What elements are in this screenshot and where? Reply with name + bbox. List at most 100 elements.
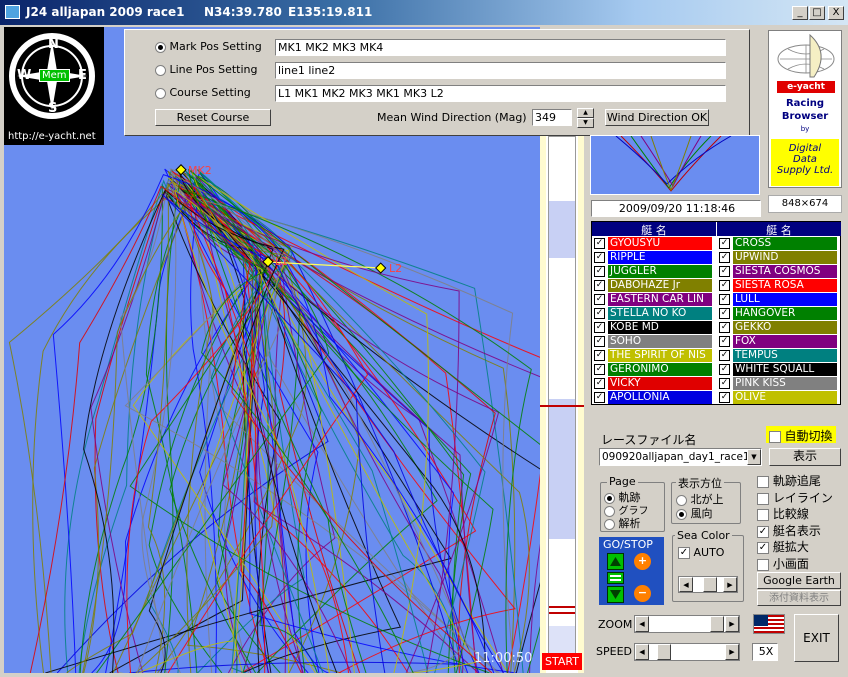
wind-up-option[interactable]: 風向 — [676, 505, 713, 521]
boat-row[interactable]: ✓ SIESTA COSMOS — [717, 265, 841, 279]
boat-checkbox[interactable]: ✓ — [719, 364, 730, 375]
boat-checkbox[interactable]: ✓ — [594, 280, 605, 291]
boat-checkbox[interactable]: ✓ — [594, 266, 605, 277]
boat-checkbox[interactable]: ✓ — [719, 308, 730, 319]
zoom-slider[interactable]: ◀ ▶ — [634, 615, 740, 633]
boat-checkbox[interactable]: ✓ — [719, 294, 730, 305]
strip-position-marker[interactable] — [540, 405, 584, 407]
boat-row[interactable]: ✓ TEMPUS — [717, 349, 841, 363]
north-up-radio[interactable] — [676, 494, 687, 506]
speed-slider[interactable]: ◀ ▶ — [634, 643, 740, 661]
speed-thumb[interactable] — [657, 644, 671, 660]
boat-row[interactable]: ✓ GERONIMO — [592, 363, 716, 377]
race-file-dropdown-icon[interactable]: ▼ — [747, 449, 761, 465]
boat-checkbox[interactable]: ✓ — [719, 266, 730, 277]
boat-checkbox[interactable]: ✓ — [594, 294, 605, 305]
wind-direction-input[interactable]: 349 — [532, 109, 572, 126]
go-forward-icon[interactable] — [607, 553, 624, 570]
boat-row[interactable]: ✓ WHITE SQUALL — [717, 363, 841, 377]
boat-row[interactable]: ✓ SOHO — [592, 335, 716, 349]
boat-checkbox[interactable]: ✓ — [594, 252, 605, 263]
boat-row[interactable]: ✓ APOLLONIA — [592, 391, 716, 405]
zoom-thumb[interactable] — [710, 616, 724, 632]
minimize-button[interactable]: _ — [792, 6, 808, 20]
sea-color-auto-checkbox[interactable]: ✓ AUTO — [678, 546, 724, 559]
boat-row[interactable]: ✓ STELLA NO KO — [592, 307, 716, 321]
display-option-checkbox[interactable]: ✓ — [757, 525, 769, 538]
sea-slider-right-icon[interactable]: ▶ — [723, 577, 737, 592]
wind-spin-down-icon[interactable]: ▼ — [577, 118, 594, 128]
sea-slider-thumb[interactable] — [703, 577, 717, 592]
line-pos-field[interactable]: line1 line2 — [275, 62, 726, 79]
exit-button[interactable]: EXIT — [794, 614, 839, 662]
auto-switch-checkbox[interactable]: 自動切換 — [766, 426, 836, 443]
boat-row[interactable]: ✓ JUGGLER — [592, 265, 716, 279]
boat-checkbox[interactable]: ✓ — [594, 238, 605, 249]
boat-row[interactable]: ✓ GYOUSYU — [592, 237, 716, 251]
speed-left-icon[interactable]: ◀ — [635, 644, 649, 660]
boat-checkbox[interactable]: ✓ — [719, 392, 730, 403]
display-option[interactable]: 軌跡追尾 — [757, 472, 821, 489]
reset-course-button[interactable]: Reset Course — [155, 109, 271, 126]
go-back-icon[interactable] — [607, 586, 624, 603]
boat-checkbox[interactable]: ✓ — [719, 280, 730, 291]
boat-checkbox[interactable]: ✓ — [594, 378, 605, 389]
maximize-button[interactable]: □ — [809, 6, 825, 20]
course-field[interactable]: L1 MK1 MK2 MK3 MK1 MK3 L2 — [275, 85, 726, 102]
minimap[interactable] — [590, 135, 760, 195]
boat-row[interactable]: ✓ UPWIND — [717, 251, 841, 265]
boat-checkbox[interactable]: ✓ — [594, 322, 605, 333]
display-option-checkbox[interactable]: ✓ — [757, 542, 769, 554]
line-pos-radio-dot[interactable] — [155, 64, 166, 76]
boat-row[interactable]: ✓ FOX — [717, 335, 841, 349]
website-link[interactable]: http://e-yacht.net — [8, 131, 96, 142]
google-earth-button[interactable]: Google Earth — [757, 572, 841, 589]
wind-up-radio[interactable] — [676, 508, 687, 520]
boat-checkbox[interactable]: ✓ — [594, 392, 605, 403]
boat-row[interactable]: ✓ SIESTA ROSA — [717, 279, 841, 293]
course-radio[interactable]: Course Setting — [155, 86, 251, 99]
boat-checkbox[interactable]: ✓ — [719, 238, 730, 249]
display-option[interactable]: 小画面 — [757, 555, 809, 572]
attachment-button[interactable]: 添付資料表示 — [757, 590, 841, 606]
display-option[interactable]: ✓ 艇名表示 — [757, 522, 821, 539]
speed-down-button[interactable]: − — [634, 585, 651, 602]
display-option-checkbox[interactable] — [757, 492, 769, 505]
boat-checkbox[interactable]: ✓ — [594, 350, 605, 361]
course-radio-dot[interactable] — [155, 87, 166, 99]
boat-checkbox[interactable]: ✓ — [719, 336, 730, 347]
line-pos-radio[interactable]: Line Pos Setting — [155, 63, 258, 76]
zoom-left-icon[interactable]: ◀ — [635, 616, 649, 632]
show-button[interactable]: 表示 — [769, 448, 841, 466]
display-option-checkbox[interactable] — [757, 476, 769, 488]
boat-row[interactable]: ✓ CROSS — [717, 237, 841, 251]
boat-checkbox[interactable]: ✓ — [594, 364, 605, 375]
timeline-strip[interactable]: START — [540, 136, 584, 673]
display-option[interactable]: レイライン — [757, 489, 833, 506]
boat-row[interactable]: ✓ KOBE MD — [592, 321, 716, 335]
mark-pos-radio[interactable]: Mark Pos Setting — [155, 40, 262, 53]
boat-checkbox[interactable]: ✓ — [594, 336, 605, 347]
close-button[interactable]: X — [828, 6, 844, 20]
boat-checkbox[interactable]: ✓ — [719, 378, 730, 389]
compass-mem-badge[interactable]: Mem — [39, 69, 70, 82]
mark-pos-radio-dot[interactable] — [155, 41, 166, 53]
wind-direction-ok-button[interactable]: Wind Direction OK — [605, 109, 709, 126]
boat-row[interactable]: ✓ VICKY — [592, 377, 716, 391]
display-option-checkbox[interactable] — [757, 509, 769, 521]
start-button[interactable]: START — [542, 653, 582, 670]
boat-checkbox[interactable]: ✓ — [719, 322, 730, 333]
zoom-right-icon[interactable]: ▶ — [725, 616, 739, 632]
boat-row[interactable]: ✓ HANGOVER — [717, 307, 841, 321]
boat-row[interactable]: ✓ THE SPIRIT OF NIS — [592, 349, 716, 363]
boat-row[interactable]: ✓ RIPPLE — [592, 251, 716, 265]
boat-row[interactable]: ✓ OLIVE — [717, 391, 841, 405]
boat-row[interactable]: ✓ DABOHAZE Jr — [592, 279, 716, 293]
wind-spinner[interactable]: ▲ ▼ — [577, 108, 594, 128]
stop-icon[interactable] — [607, 572, 624, 584]
boat-checkbox[interactable]: ✓ — [719, 350, 730, 361]
display-option-checkbox[interactable] — [757, 558, 769, 571]
sea-slider-left-icon[interactable]: ◀ — [679, 577, 693, 592]
sea-color-slider[interactable]: ◀ ▶ — [678, 576, 738, 593]
wind-spin-up-icon[interactable]: ▲ — [577, 108, 594, 118]
